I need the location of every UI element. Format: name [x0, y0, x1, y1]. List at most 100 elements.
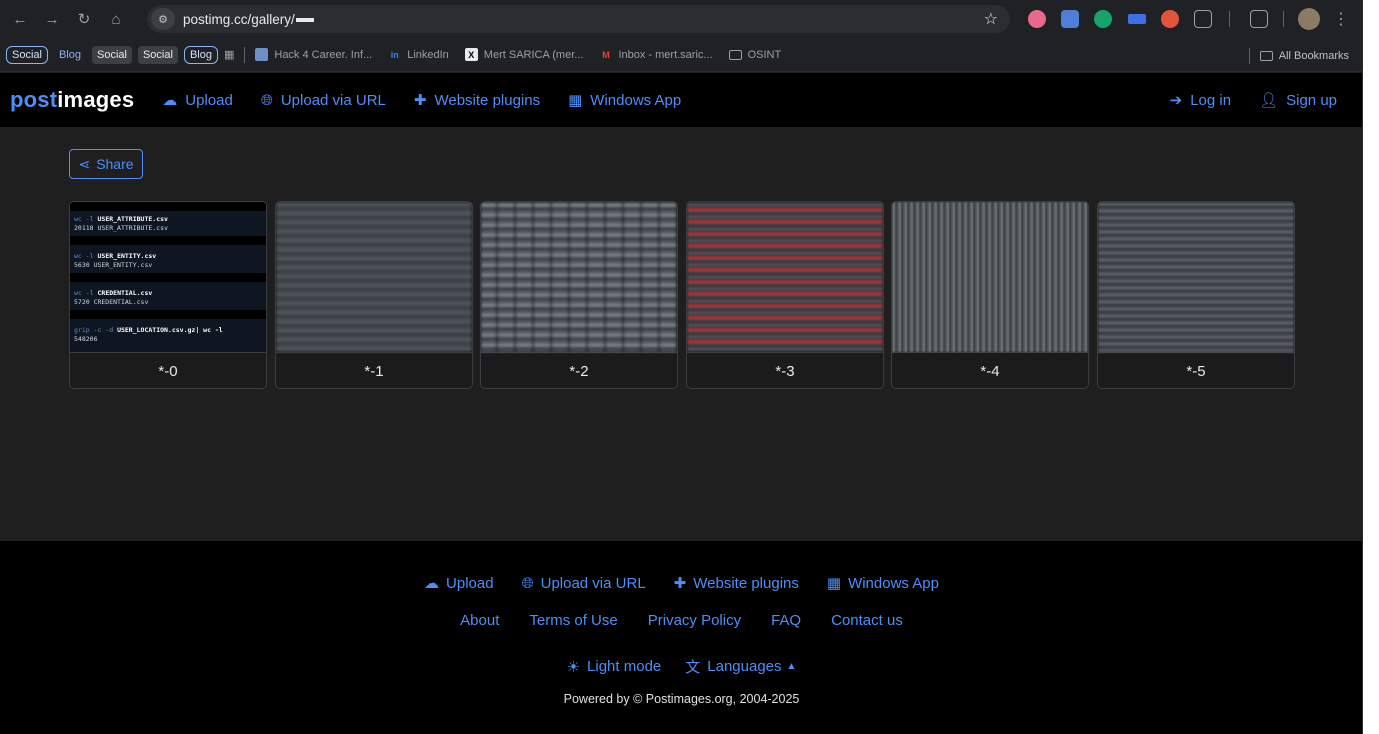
bookmark-chip[interactable]: Blog	[183, 45, 218, 64]
bookmark-chip[interactable]: Social	[6, 45, 48, 64]
copyright-text: Powered by © Postimages.org, 2004-2025	[563, 692, 800, 706]
footer-about-link[interactable]: About	[460, 612, 499, 629]
apps-grid-icon[interactable]: ▦	[224, 48, 234, 61]
gallery-thumbnail[interactable]	[687, 202, 883, 352]
reload-icon[interactable]: ↻	[70, 5, 98, 33]
languages-dropdown[interactable]: 文 Languages ▲	[685, 656, 796, 677]
folder-icon	[728, 49, 742, 60]
login-link[interactable]: ➔ Log in	[1169, 91, 1231, 110]
bookmarks-divider	[244, 46, 246, 63]
gallery-card[interactable]: *-4	[891, 201, 1089, 389]
footer-primary-links: ☁ Upload 🌐︎ Upload via URL ✚ Website plugin…	[0, 574, 1362, 593]
gmail-icon: M	[602, 49, 610, 60]
gallery-thumbnail[interactable]: wc -l USER_ATTRIBUTE.csv 20118 USER_ATTR…	[70, 202, 266, 352]
globe-icon: 🌐︎	[260, 91, 273, 109]
footer-upload-link[interactable]: ☁ Upload	[424, 574, 494, 593]
browser-window: ← → ↻ ⌂ ⚙ postimg.cc/gallery/ ☆ ⋮ Social…	[0, 0, 1363, 734]
x-icon: X	[464, 48, 478, 61]
bookmark-item[interactable]: Hack 4 Career. Inf...	[255, 48, 372, 61]
forward-icon[interactable]: →	[38, 5, 66, 33]
footer-windows-app-link[interactable]: ▦ Windows App	[826, 574, 939, 593]
url-text: postimg.cc/gallery/	[183, 12, 314, 27]
bookmark-item[interactable]: in LinkedIn	[388, 48, 449, 61]
light-mode-toggle[interactable]: ☀ Light mode	[567, 658, 662, 676]
extension-icon[interactable]	[1128, 14, 1146, 24]
bookmark-star-icon[interactable]: ☆	[984, 9, 998, 29]
gallery-caption[interactable]: *-5	[1098, 352, 1294, 388]
gallery-thumbnail[interactable]	[1098, 202, 1294, 352]
gallery-caption[interactable]: *-1	[276, 352, 472, 388]
share-icon: ⋖	[78, 155, 91, 172]
hack4career-icon	[255, 48, 269, 61]
gallery-card[interactable]: *-5	[1097, 201, 1295, 389]
windows-icon: ▦	[568, 92, 583, 109]
profile-avatar[interactable]	[1298, 8, 1320, 30]
footer-plugins-link[interactable]: ✚ Website plugins	[673, 574, 799, 593]
bookmarks-bar: Social Blog Social Social Blog ▦ Hack 4 …	[0, 38, 1362, 72]
translate-extension-icon[interactable]	[1061, 10, 1079, 28]
gallery-card[interactable]: *-1	[275, 201, 473, 389]
globe-icon: 🌐︎	[521, 574, 534, 592]
gallery-caption[interactable]: *-4	[892, 352, 1088, 388]
signup-link[interactable]: 👤︎ Sign up	[1259, 91, 1337, 110]
bookmark-chip[interactable]: Blog	[54, 46, 86, 64]
address-bar[interactable]: ⚙ postimg.cc/gallery/ ☆	[147, 5, 1010, 33]
toolbar-divider	[1229, 11, 1230, 27]
nav-windows-app-link[interactable]: ▦ Windows App	[568, 91, 681, 110]
bookmark-item[interactable]: OSINT	[728, 49, 781, 61]
footer-faq-link[interactable]: FAQ	[771, 612, 801, 629]
toolbar-divider	[1283, 11, 1284, 27]
windows-icon: ▦	[826, 575, 842, 592]
bookmark-item[interactable]: X Mert SARICA (mer...	[464, 48, 583, 61]
gallery-card[interactable]: *-3	[686, 201, 884, 389]
site-navbar: postimages ☁ Upload 🌐︎ Upload via URL ✚ Web…	[0, 73, 1362, 127]
gallery-card[interactable]: *-2	[480, 201, 678, 389]
browser-toolbar: ← → ↻ ⌂ ⚙ postimg.cc/gallery/ ☆ ⋮	[0, 0, 1362, 38]
gallery-thumbnail[interactable]	[481, 202, 677, 352]
gallery-caption[interactable]: *-3	[687, 352, 883, 388]
back-icon[interactable]: ←	[6, 5, 34, 33]
extension-icon[interactable]	[1028, 10, 1046, 28]
cloud-upload-icon: ☁	[162, 92, 178, 109]
nav-upload-url-link[interactable]: 🌐︎ Upload via URL	[261, 92, 386, 109]
bookmark-chip[interactable]: Social	[137, 45, 178, 64]
nav-upload-link[interactable]: ☁ Upload	[162, 91, 233, 110]
auth-links: ➔ Log in 👤︎ Sign up	[1142, 73, 1337, 127]
postimages-logo[interactable]: postimages	[10, 87, 134, 113]
grammarly-extension-icon[interactable]	[1094, 10, 1112, 28]
footer-terms-link[interactable]: Terms of Use	[529, 612, 617, 629]
bookmark-item[interactable]: M Inbox - mert.saric...	[599, 48, 712, 61]
gallery-card[interactable]: wc -l USER_ATTRIBUTE.csv 20118 USER_ATTR…	[69, 201, 267, 389]
gallery-caption[interactable]: *-0	[70, 352, 266, 388]
gallery-thumbnail[interactable]	[276, 202, 472, 352]
extensions-puzzle-icon[interactable]	[1194, 10, 1212, 28]
folder-icon	[1259, 51, 1273, 61]
puzzle-icon: ✚	[673, 575, 687, 592]
site-footer: ☁ Upload 🌐︎ Upload via URL ✚ Website plugin…	[0, 541, 1362, 734]
gallery-thumbnail[interactable]	[892, 202, 1088, 352]
user-icon: 👤︎	[1259, 92, 1279, 109]
gallery-caption[interactable]: *-2	[481, 352, 677, 388]
all-bookmarks[interactable]: All Bookmarks	[1245, 48, 1349, 64]
nav-plugins-link[interactable]: ✚ Website plugins	[413, 91, 540, 110]
puzzle-icon: ✚	[413, 92, 427, 109]
linkedin-icon: in	[390, 49, 399, 60]
footer-upload-url-link[interactable]: 🌐︎ Upload via URL	[522, 575, 646, 592]
cloud-upload-icon: ☁	[424, 575, 440, 592]
menu-kebab-icon[interactable]: ⋮	[1333, 9, 1349, 29]
footer-privacy-link[interactable]: Privacy Policy	[648, 612, 741, 629]
sun-icon: ☀	[566, 658, 581, 676]
site-info-icon[interactable]: ⚙	[151, 8, 175, 30]
sign-in-icon: ➔	[1169, 92, 1183, 109]
footer-copyright-row: Powered by © Postimages.org, 2004-2025	[0, 692, 1362, 706]
footer-settings: ☀ Light mode 文 Languages ▲	[0, 656, 1362, 677]
share-button[interactable]: ⋖ Share	[69, 149, 143, 179]
side-panel-icon[interactable]	[1250, 10, 1268, 28]
home-icon[interactable]: ⌂	[102, 5, 130, 33]
extension-icon[interactable]	[1161, 10, 1179, 28]
bookmarks-divider	[1248, 48, 1250, 64]
bookmark-chip[interactable]: Social	[92, 45, 132, 64]
footer-secondary-links: About Terms of Use Privacy Policy FAQ Co…	[0, 612, 1362, 629]
caret-up-icon: ▲	[786, 661, 797, 672]
footer-contact-link[interactable]: Contact us	[831, 612, 903, 629]
